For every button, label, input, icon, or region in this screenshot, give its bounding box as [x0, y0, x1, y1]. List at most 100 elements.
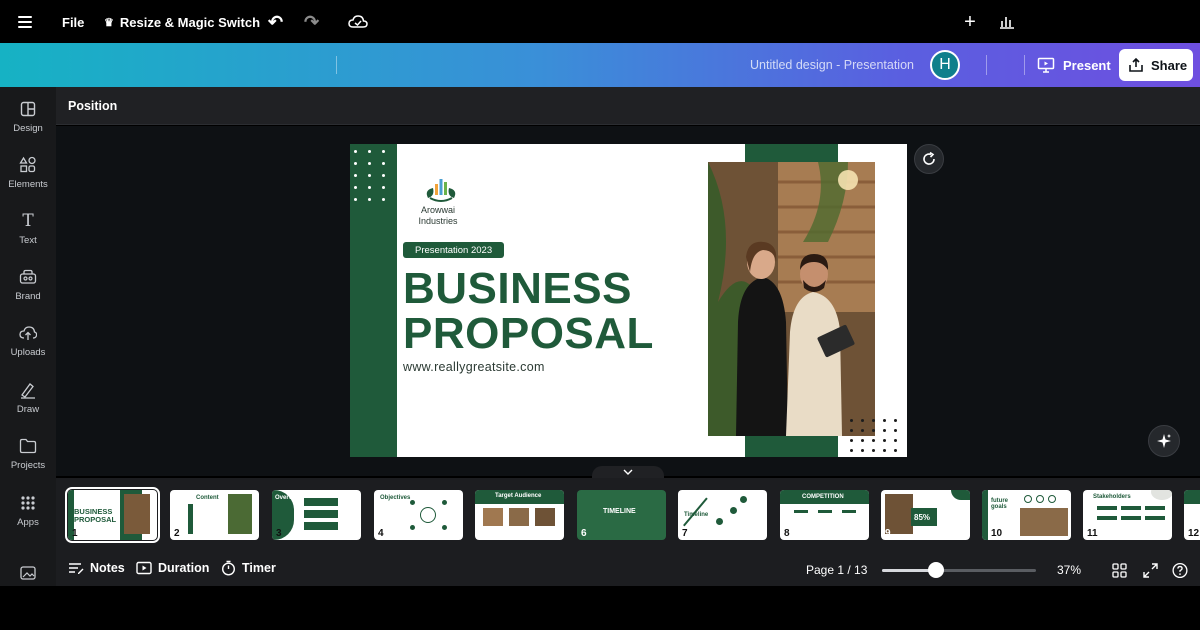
zoom-slider-handle[interactable]	[928, 562, 944, 578]
timer-icon	[221, 560, 236, 576]
document-title[interactable]: Untitled design - Presentation	[750, 58, 914, 72]
image-icon	[19, 564, 37, 582]
company-logo	[420, 174, 462, 209]
page-thumbnail-6[interactable]: TIMELINE 6	[577, 490, 666, 540]
magic-sparkle-icon[interactable]	[1148, 425, 1180, 457]
sidebar-item-label: Design	[13, 123, 43, 134]
design-icon	[19, 100, 37, 118]
brand-icon	[19, 268, 37, 286]
sidebar-item-elements[interactable]: Elements	[0, 156, 56, 206]
share-label: Share	[1151, 57, 1188, 73]
grid-view-icon[interactable]	[1111, 562, 1127, 578]
sidebar-item-design[interactable]: Design	[0, 100, 56, 150]
page-thumbnail-11[interactable]: Stakeholders 11	[1083, 490, 1172, 540]
sidebar-item-brand[interactable]: Brand	[0, 268, 56, 318]
duration-button[interactable]: Duration	[136, 556, 209, 580]
context-toolbar: Position	[56, 87, 1200, 125]
thumbnail-title: Content	[196, 495, 219, 501]
sidebar-item-apps[interactable]: Apps	[0, 494, 56, 544]
divider	[336, 56, 337, 74]
file-menu-button[interactable]: File	[62, 0, 84, 44]
page-thumbnail-8[interactable]: COMPETITION 8	[780, 490, 869, 540]
notes-button[interactable]: Notes	[68, 556, 125, 580]
thumbnail-title: TIMELINE	[603, 508, 636, 515]
dot-pattern-bottomright	[850, 419, 897, 452]
timer-label: Timer	[242, 561, 276, 575]
thumbnail-number: 4	[378, 528, 384, 539]
page-thumbnail-5[interactable]: Target Audience 5	[475, 490, 564, 540]
thumbnail-title: Objectives	[380, 495, 411, 501]
top-bar	[0, 43, 1200, 87]
sidebar-item-label: Text	[19, 235, 37, 246]
undo-icon[interactable]: ↶	[268, 0, 283, 44]
thumbnail-number: 11	[1087, 528, 1098, 539]
thumbnail-number: 7	[682, 528, 688, 539]
divider	[986, 55, 987, 75]
presentation-year-badge: Presentation 2023	[403, 242, 505, 258]
thumbnail-number: 6	[581, 528, 587, 539]
sidebar-item-label: Projects	[10, 460, 46, 471]
draw-icon	[19, 381, 37, 399]
page-thumbnail-1[interactable]: BUSINESS PROPOSAL 1	[65, 487, 160, 543]
duration-icon	[136, 561, 152, 575]
sidebar-item-label: Uploads	[10, 347, 46, 358]
page-thumbnail-9[interactable]: 85% 9	[881, 490, 970, 540]
elements-icon	[19, 156, 37, 174]
dot-pattern-topleft	[354, 150, 385, 201]
add-collaborator-icon[interactable]: +	[962, 0, 978, 44]
sidebar-item-label: Draw	[16, 404, 40, 415]
redo-icon[interactable]: ↷	[304, 0, 319, 44]
duration-label: Duration	[158, 561, 210, 575]
sidebar-item-draw[interactable]: Draw	[0, 381, 56, 431]
sidebar-item-photos[interactable]	[0, 564, 56, 584]
sidebar-item-text[interactable]: T Text	[0, 211, 56, 262]
resize-magic-switch-button[interactable]: ♛ Resize & Magic Switch	[104, 0, 260, 44]
sidebar-item-label: Apps	[17, 517, 39, 528]
present-button[interactable]: Present	[1029, 49, 1113, 81]
rotate-icon[interactable]	[914, 144, 944, 174]
slide-headline: BUSINESS PROPOSAL	[403, 266, 654, 356]
menu-icon[interactable]	[18, 0, 38, 44]
headline-line1: BUSINESS	[403, 264, 632, 313]
notes-label: Notes	[90, 561, 125, 575]
thumbnail-number: 8	[784, 528, 790, 539]
resize-label: Resize & Magic Switch	[119, 14, 261, 30]
page-indicator[interactable]: Page 1 / 13	[806, 563, 867, 577]
thumbnail-title: BUSINESS PROPOSAL	[74, 507, 117, 524]
page-thumbnail-2[interactable]: Content 2	[170, 490, 259, 540]
insights-chart-icon[interactable]	[998, 0, 1016, 44]
collapse-filmstrip-button[interactable]	[592, 466, 664, 478]
thumbnail-number: 3	[276, 528, 282, 539]
notes-icon	[69, 563, 84, 574]
thumbnail-number: 2	[174, 528, 180, 539]
timer-button[interactable]: Timer	[221, 556, 276, 580]
business-people-photo	[708, 162, 875, 436]
fullscreen-icon[interactable]	[1142, 562, 1158, 578]
thumbnail-title: 85%	[914, 513, 931, 522]
sidebar-item-uploads[interactable]: Uploads	[0, 324, 56, 374]
zoom-percentage[interactable]: 37%	[1057, 563, 1081, 577]
thumbnail-number: 12	[1188, 528, 1200, 539]
text-icon: T	[22, 211, 34, 231]
thumbnail-number: 9	[885, 528, 891, 539]
page-thumbnail-3[interactable]: Overview 3	[272, 490, 361, 540]
uploads-icon	[19, 324, 37, 342]
letterbox-bottom	[0, 586, 1200, 630]
website-text: www.reallygreatsite.com	[403, 360, 545, 374]
chevron-down-icon	[623, 469, 633, 475]
position-button[interactable]: Position	[68, 99, 117, 113]
share-button[interactable]: Share	[1119, 49, 1193, 81]
avatar[interactable]: H	[930, 50, 960, 80]
present-label: Present	[1063, 57, 1111, 73]
sidebar-item-projects[interactable]: Projects	[0, 437, 56, 487]
share-icon	[1129, 57, 1143, 72]
page-thumbnail-12[interactable]: 12	[1184, 490, 1200, 540]
page-thumbnail-4[interactable]: Objectives 4	[374, 490, 463, 540]
crown-icon: ♛	[104, 16, 114, 29]
cloud-saved-icon[interactable]	[348, 0, 368, 44]
page-thumbnail-7[interactable]: Timeline 7	[678, 490, 767, 540]
help-icon[interactable]	[1172, 562, 1188, 578]
page-thumbnail-10[interactable]: future goals 10	[982, 490, 1071, 540]
present-icon	[1037, 57, 1055, 73]
slide-canvas[interactable]: Arowwai Industries Presentation 2023 BUS…	[350, 144, 907, 457]
